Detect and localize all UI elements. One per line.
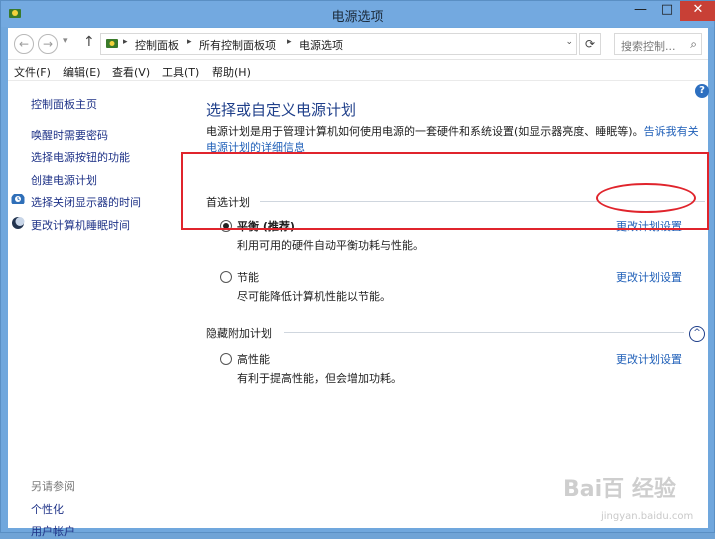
breadcrumb-separator-icon: ▸ xyxy=(287,37,292,47)
address-bar[interactable]: ▸ 控制面板 ▸ 所有控制面板项 ▸ 电源选项 ⌄ xyxy=(100,33,577,55)
menu-view[interactable]: 查看(V) xyxy=(112,64,150,80)
watermark-url: jingyan.baidu.com xyxy=(601,511,694,522)
sidebar-item-display-off[interactable]: 选择关闭显示器的时间 xyxy=(31,194,141,210)
back-button[interactable]: ← xyxy=(14,34,34,54)
recent-pages-dropdown-icon[interactable]: ▾ xyxy=(63,36,68,46)
breadcrumb-control-panel[interactable]: 控制面板 xyxy=(135,37,179,53)
hidden-plans-heading: 隐藏附加计划 xyxy=(206,327,272,340)
refresh-button[interactable]: ⟳ xyxy=(579,33,601,55)
menu-edit[interactable]: 编辑(E) xyxy=(63,64,101,80)
plan-desc-power-saver: 尽可能降低计算机性能以节能。 xyxy=(237,290,391,303)
see-also-heading: 另请参阅 xyxy=(31,480,75,493)
sidebar-item-personalization[interactable]: 个性化 xyxy=(31,501,64,517)
radio-high-performance[interactable] xyxy=(220,353,232,365)
sidebar-item-home[interactable]: 控制面板主页 xyxy=(31,96,97,112)
navigation-bar: ← → ▾ ↑ ▸ 控制面板 ▸ 所有控制面板项 ▸ 电源选项 ⌄ ⟳ 搜索控制… xyxy=(8,28,708,60)
breadcrumb-separator-icon: ▸ xyxy=(187,37,192,47)
maximize-button[interactable]: □ xyxy=(654,1,680,21)
menu-bar: 文件(F) 编辑(E) 查看(V) 工具(T) 帮助(H) xyxy=(8,61,708,81)
sidebar-item-user-accounts[interactable]: 用户帐户 xyxy=(31,523,75,539)
radio-power-saver[interactable] xyxy=(220,271,232,283)
preferred-plans-heading: 首选计划 xyxy=(206,196,250,209)
address-dropdown-icon[interactable]: ⌄ xyxy=(565,37,573,47)
window-content: ← → ▾ ↑ ▸ 控制面板 ▸ 所有控制面板项 ▸ 电源选项 ⌄ ⟳ 搜索控制… xyxy=(8,28,709,538)
change-plan-settings-balanced-link[interactable]: 更改计划设置 xyxy=(616,218,682,234)
breadcrumb-all-items[interactable]: 所有控制面板项 xyxy=(199,37,276,53)
breadcrumb-separator-icon: ▸ xyxy=(123,37,128,47)
collapse-hidden-plans-button[interactable]: ^ xyxy=(689,326,705,342)
main-panel: ? 选择或自定义电源计划 电源计划是用于管理计算机如何使用电源的一套硬件和系统设… xyxy=(188,82,709,528)
up-button[interactable]: ↑ xyxy=(83,34,95,50)
watermark-logo: Bai百 经验 xyxy=(563,477,676,502)
search-icon[interactable]: ⌕ xyxy=(690,37,697,52)
menu-tools[interactable]: 工具(T) xyxy=(162,64,199,80)
moon-sleep-icon xyxy=(12,217,25,229)
help-icon[interactable]: ? xyxy=(695,84,709,98)
minimize-button[interactable]: — xyxy=(627,1,654,21)
page-title: 选择或自定义电源计划 xyxy=(206,101,357,119)
plan-name-power-saver: 节能 xyxy=(237,271,259,284)
close-button[interactable]: ✕ xyxy=(680,1,715,21)
change-plan-settings-power-saver-link[interactable]: 更改计划设置 xyxy=(616,269,682,285)
power-options-window: 电源选项 — □ ✕ ← → ▾ ↑ ▸ 控制面板 ▸ 所有控制面板项 ▸ 电源… xyxy=(0,0,715,538)
plan-desc-high-performance: 有利于提高性能，但会增加功耗。 xyxy=(237,372,402,385)
forward-button[interactable]: → xyxy=(38,34,58,54)
menu-file[interactable]: 文件(F) xyxy=(14,64,51,80)
breadcrumb-power-options[interactable]: 电源选项 xyxy=(299,37,343,53)
section-divider xyxy=(260,201,705,202)
plan-desc-balanced: 利用可用的硬件自动平衡功耗与性能。 xyxy=(237,239,424,252)
page-description: 电源计划是用于管理计算机如何使用电源的一套硬件和系统设置(如显示器亮度、睡眠等)… xyxy=(206,124,706,156)
sidebar-item-power-button[interactable]: 选择电源按钮的功能 xyxy=(31,149,130,165)
plan-name-high-performance: 高性能 xyxy=(237,353,270,366)
sidebar: 控制面板主页 唤醒时需要密码 选择电源按钮的功能 创建电源计划 选择关闭显示器的… xyxy=(8,82,188,538)
section-divider xyxy=(284,332,684,333)
radio-balanced[interactable] xyxy=(220,220,232,232)
title-bar[interactable]: 电源选项 — □ ✕ xyxy=(1,1,715,27)
sidebar-item-create-plan[interactable]: 创建电源计划 xyxy=(31,172,97,188)
sidebar-item-sleep-time[interactable]: 更改计算机睡眠时间 xyxy=(31,217,130,233)
plan-name-balanced: 平衡 (推荐) xyxy=(237,220,295,233)
sidebar-item-wake-password[interactable]: 唤醒时需要密码 xyxy=(31,127,108,143)
search-placeholder: 搜索控制... xyxy=(621,40,676,53)
description-text: 电源计划是用于管理计算机如何使用电源的一套硬件和系统设置(如显示器亮度、睡眠等)… xyxy=(206,125,644,138)
change-plan-settings-high-performance-link[interactable]: 更改计划设置 xyxy=(616,351,682,367)
display-clock-icon xyxy=(11,194,25,204)
window-title: 电源选项 xyxy=(331,10,384,25)
search-input[interactable]: 搜索控制... ⌕ xyxy=(614,33,702,55)
menu-help[interactable]: 帮助(H) xyxy=(212,64,251,80)
control-panel-icon xyxy=(106,39,118,48)
